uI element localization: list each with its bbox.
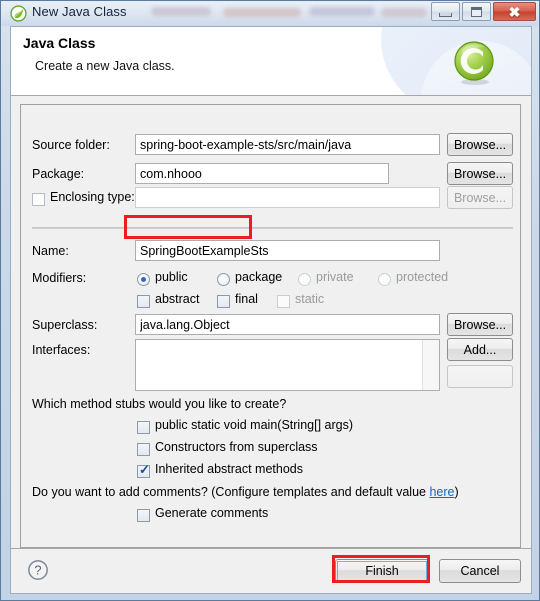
interfaces-label: Interfaces:	[32, 343, 91, 357]
superclass-input[interactable]	[135, 314, 440, 335]
radio-dot	[141, 277, 146, 282]
stub-checkbox-inherited-abstract-label: Inherited abstract methods	[155, 462, 303, 476]
comments-question: Do you want to add comments? (Configure …	[32, 485, 459, 499]
enclosing-type-label: Enclosing type:	[50, 190, 135, 204]
new-java-class-dialog: New Java Class ✖ Java Class Create a new…	[0, 0, 540, 601]
stub-checkbox-constructors-label: Constructors from superclass	[155, 440, 318, 454]
title-bar[interactable]: New Java Class ✖	[1, 1, 539, 26]
minimize-button[interactable]	[431, 2, 460, 21]
generate-comments-checkbox[interactable]	[137, 509, 150, 522]
maximize-button[interactable]	[462, 2, 491, 21]
modifier-radio-protected-label: protected	[396, 270, 449, 284]
interfaces-add-button[interactable]: Add...	[447, 338, 513, 361]
modifier-checkbox-final[interactable]	[217, 295, 230, 308]
cancel-button[interactable]: Cancel	[439, 559, 521, 583]
modifier-radio-public[interactable]	[137, 273, 150, 286]
finish-button[interactable]: Finish	[335, 559, 429, 583]
close-button[interactable]: ✖	[493, 2, 536, 21]
stub-checkbox-constructors[interactable]	[137, 443, 150, 456]
modifier-radio-package-label: package	[235, 270, 283, 284]
maximize-icon	[463, 3, 490, 20]
modifier-radio-private	[298, 273, 311, 286]
page-title: Java Class	[23, 35, 96, 51]
enclosing-type-browse-button: Browse...	[447, 186, 513, 209]
dialog-button-bar: ? Finish Cancel	[11, 548, 531, 593]
check-mark-icon: ✓	[139, 462, 150, 477]
package-browse-button[interactable]: Browse...	[447, 162, 513, 185]
page-subtitle: Create a new Java class.	[35, 59, 175, 73]
desktop-bleed	[309, 7, 375, 16]
source-folder-input[interactable]	[135, 134, 440, 155]
stub-checkbox-inherited-abstract[interactable]: ✓	[137, 462, 150, 478]
method-stubs-question: Which method stubs would you like to cre…	[32, 397, 287, 411]
modifier-checkbox-abstract-label: abstract	[155, 292, 200, 306]
package-label: Package:	[32, 167, 85, 181]
spring-leaf-icon	[10, 5, 27, 22]
source-folder-label: Source folder:	[32, 138, 110, 152]
modifier-radio-package[interactable]	[217, 273, 230, 286]
configure-templates-link[interactable]: here	[429, 485, 454, 499]
modifiers-label: Modifiers:	[32, 271, 87, 285]
svg-text:?: ?	[34, 563, 41, 578]
enclosing-type-input[interactable]	[135, 187, 440, 208]
desktop-bleed	[223, 8, 301, 17]
window-title: New Java Class	[32, 4, 127, 19]
desktop-bleed	[381, 8, 427, 17]
modifier-checkbox-abstract[interactable]	[137, 295, 150, 308]
minimize-icon	[432, 3, 459, 20]
generate-comments-label: Generate comments	[155, 506, 269, 520]
modifier-radio-public-label: public	[155, 270, 188, 284]
modifier-checkbox-static-label: static	[295, 292, 325, 306]
modifier-checkbox-final-label: final	[235, 292, 258, 306]
close-icon: ✖	[508, 3, 521, 20]
superclass-label: Superclass:	[32, 318, 98, 332]
superclass-browse-button[interactable]: Browse...	[447, 313, 513, 336]
modifier-radio-protected	[378, 273, 391, 286]
stub-checkbox-main-method-label: public static void main(String[] args)	[155, 418, 353, 432]
stub-checkbox-main-method[interactable]	[137, 421, 150, 434]
modifier-radio-private-label: private	[316, 270, 354, 284]
class-name-input[interactable]	[135, 240, 440, 261]
source-folder-browse-button[interactable]: Browse...	[447, 133, 513, 156]
name-label: Name:	[32, 244, 69, 258]
interfaces-remove-button	[447, 365, 513, 388]
wizard-content-pane: Source folder: Browse... Package: Browse…	[20, 104, 521, 548]
dialog-client-area: Java Class Create a new Java class. Sour…	[10, 26, 532, 594]
dialog-header: Java Class Create a new Java class.	[11, 27, 531, 96]
java-class-icon	[454, 41, 494, 85]
package-input[interactable]	[135, 163, 389, 184]
enclosing-type-checkbox[interactable]	[32, 193, 45, 206]
interfaces-list[interactable]	[135, 339, 440, 391]
interfaces-scrollbar[interactable]	[422, 340, 439, 390]
desktop-bleed	[151, 7, 211, 16]
section-separator	[32, 227, 513, 229]
modifier-checkbox-static	[277, 295, 290, 308]
help-question-icon[interactable]: ?	[27, 559, 49, 581]
